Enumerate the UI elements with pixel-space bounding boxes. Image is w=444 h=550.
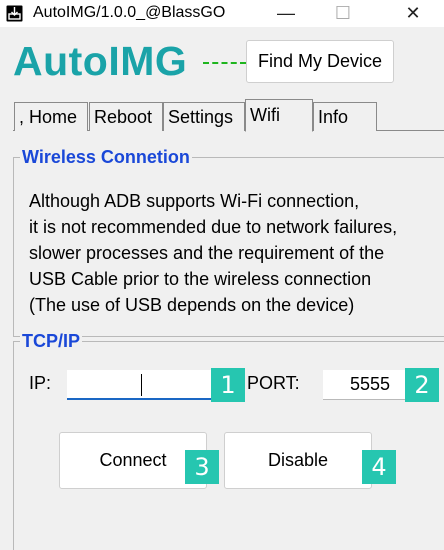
close-button[interactable]: ✕ — [390, 0, 436, 27]
wireless-description: Although ADB supports Wi-Fi connection, … — [29, 188, 439, 318]
logo-connector-line — [203, 62, 246, 64]
step-badge-4: 4 — [362, 450, 396, 484]
step-badge-3: 3 — [185, 450, 219, 484]
tab-info[interactable]: Info — [313, 102, 377, 131]
description-line: Although ADB supports Wi-Fi connection, — [29, 191, 360, 211]
description-line: it is not recommended due to network fai… — [29, 217, 398, 237]
step-badge-1: 1 — [211, 368, 245, 402]
window-title: AutoIMG/1.0.0_@BlassGO — [33, 4, 226, 21]
description-line: slower processes and the requirement of … — [29, 243, 385, 263]
maximize-button[interactable]: ☐ — [320, 0, 366, 27]
title-bar: AutoIMG/1.0.0_@BlassGO — ☐ ✕ — [0, 0, 444, 27]
minimize-button[interactable]: — — [263, 0, 309, 27]
port-input[interactable] — [323, 370, 407, 400]
download-box-icon — [6, 5, 23, 22]
tab-settings[interactable]: Settings — [163, 102, 245, 131]
description-line: (The use of USB depends on the device) — [29, 295, 355, 315]
ip-input[interactable] — [67, 370, 213, 400]
find-my-device-button[interactable]: Find My Device — [246, 40, 394, 83]
tab-wifi[interactable]: Wifi — [245, 99, 313, 132]
text-caret — [141, 374, 142, 396]
description-line: USB Cable prior to the wireless connecti… — [29, 269, 372, 289]
app-logo: AutoIMG — [13, 38, 188, 84]
tcp-ip-group-title: TCP/IP — [20, 331, 83, 352]
tab-home[interactable]: , Home — [14, 102, 88, 131]
tab-reboot[interactable]: Reboot — [89, 102, 163, 131]
step-badge-2: 2 — [405, 368, 439, 402]
port-label: PORT: — [247, 373, 300, 393]
ip-label: IP: — [29, 373, 52, 393]
wireless-group-title: Wireless Connetion — [20, 147, 192, 168]
disable-button[interactable]: Disable — [224, 432, 372, 489]
